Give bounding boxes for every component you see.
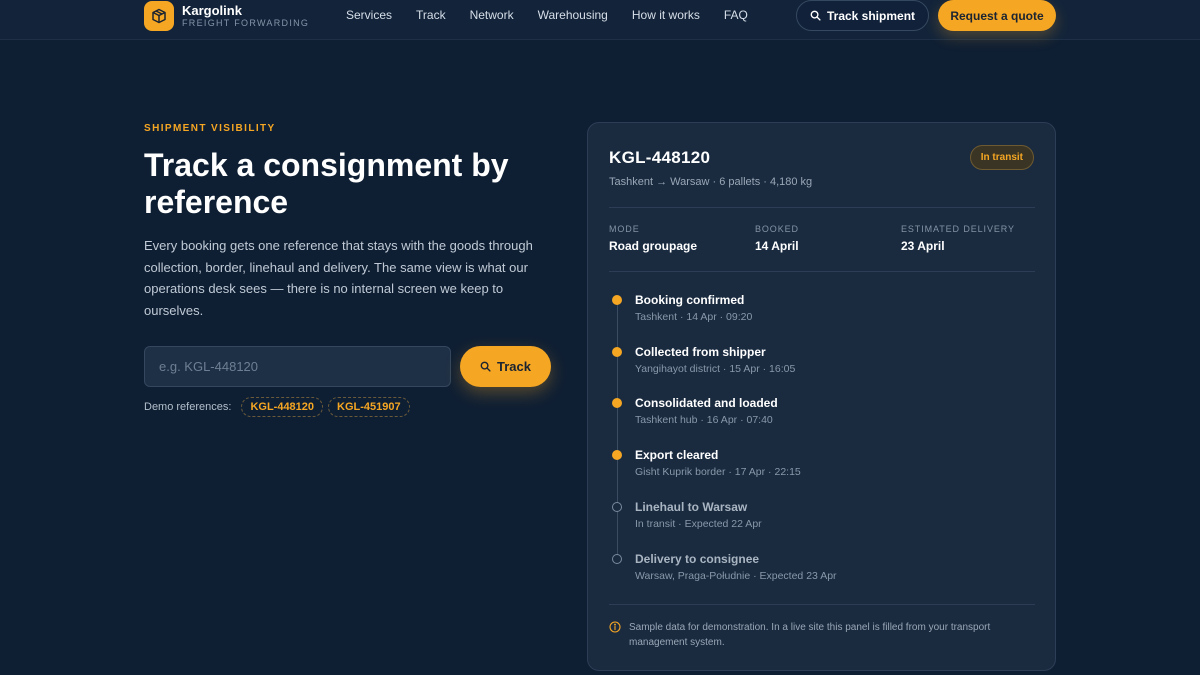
- brand[interactable]: Kargolink FREIGHT FORWARDING: [144, 0, 309, 31]
- nav-link-faq[interactable]: FAQ: [724, 8, 748, 22]
- top-navigation-bar: Kargolink FREIGHT FORWARDING Services Tr…: [0, 0, 1200, 40]
- meta-value: Road groupage: [609, 239, 698, 253]
- event-title: Collected from shipper: [635, 345, 766, 359]
- reference-search-input[interactable]: [144, 346, 451, 387]
- nav-link-warehousing[interactable]: Warehousing: [538, 8, 608, 22]
- event-detail: Yangihayot district · 15 Apr · 16:05: [635, 363, 796, 375]
- brand-tagline: FREIGHT FORWARDING: [182, 17, 310, 28]
- event-title: Delivery to consignee: [635, 552, 760, 566]
- event-detail: Tashkent hub · 16 Apr · 07:40: [635, 414, 773, 426]
- demo-reference-chip[interactable]: KGL-451907: [328, 397, 410, 417]
- sample-data-note: Sample data for demonstration. In a live…: [609, 620, 1039, 650]
- nav-link-services[interactable]: Services: [346, 8, 392, 22]
- event-dot-completed: [612, 450, 622, 460]
- shipment-route-summary: Tashkent → Warsaw · 6 pallets · 4,180 kg: [609, 176, 813, 188]
- demo-references-label: Demo references:: [144, 401, 232, 413]
- nav-link-track[interactable]: Track: [416, 8, 446, 22]
- event-detail: Warsaw, Praga-Południe · Expected 23 Apr: [635, 570, 837, 582]
- meta-label: BOOKED: [755, 224, 799, 234]
- shipment-reference: KGL-448120: [609, 148, 711, 167]
- package-icon: [144, 0, 174, 31]
- track-button[interactable]: Track: [460, 346, 551, 387]
- demo-reference-chip[interactable]: KGL-448120: [241, 397, 324, 417]
- track-shipment-label: Track shipment: [826, 8, 916, 23]
- divider: [609, 271, 1035, 272]
- event-detail: In transit · Expected 22 Apr: [635, 518, 762, 530]
- request-quote-button[interactable]: Request a quote: [938, 0, 1056, 31]
- event-dot-completed: [612, 398, 622, 408]
- status-badge: In transit: [969, 145, 1034, 170]
- search-icon: [810, 10, 821, 21]
- meta-value: 23 April: [901, 239, 945, 253]
- event-dot-completed: [612, 347, 622, 357]
- event-title: Consolidated and loaded: [635, 396, 778, 410]
- track-shipment-button[interactable]: Track shipment: [796, 0, 929, 31]
- shipment-tracking-card: KGL-448120 Tashkent → Warsaw · 6 pallets…: [587, 122, 1056, 671]
- event-dot-pending: [612, 502, 622, 512]
- event-dot-pending: [612, 554, 622, 564]
- nav-link-network[interactable]: Network: [470, 8, 514, 22]
- event-detail: Gisht Kuprik border · 17 Apr · 22:15: [635, 466, 801, 478]
- note-text: Sample data for demonstration. In a live…: [629, 622, 991, 648]
- meta-estimated-delivery: ESTIMATED DELIVERY 23 April: [901, 224, 1015, 253]
- event-title: Export cleared: [635, 448, 719, 462]
- divider: [609, 604, 1035, 605]
- timeline-connector: [617, 301, 618, 559]
- search-icon: [480, 361, 491, 372]
- info-icon: [609, 621, 621, 633]
- track-button-label: Track: [497, 359, 531, 374]
- meta-booked: BOOKED 14 April: [755, 224, 799, 253]
- event-dot-completed: [612, 295, 622, 305]
- event-title: Linehaul to Warsaw: [635, 500, 748, 514]
- page-title: Track a consignment by reference: [144, 147, 509, 220]
- meta-mode: MODE Road groupage: [609, 224, 697, 253]
- brand-name: Kargolink: [182, 2, 242, 18]
- nav-link-how-it-works[interactable]: How it works: [632, 8, 700, 22]
- meta-label: MODE: [609, 224, 640, 234]
- divider: [609, 207, 1035, 208]
- section-eyebrow: SHIPMENT VISIBILITY: [144, 123, 276, 134]
- event-detail: Tashkent · 14 Apr · 09:20: [635, 311, 753, 323]
- hero-description: Every booking gets one reference that st…: [144, 238, 533, 319]
- demo-references: Demo references: KGL-448120 KGL-451907: [144, 397, 410, 417]
- meta-value: 14 April: [755, 239, 799, 253]
- event-title: Booking confirmed: [635, 293, 745, 307]
- main-nav: Services Track Network Warehousing How i…: [346, 8, 772, 22]
- meta-label: ESTIMATED DELIVERY: [901, 224, 1015, 234]
